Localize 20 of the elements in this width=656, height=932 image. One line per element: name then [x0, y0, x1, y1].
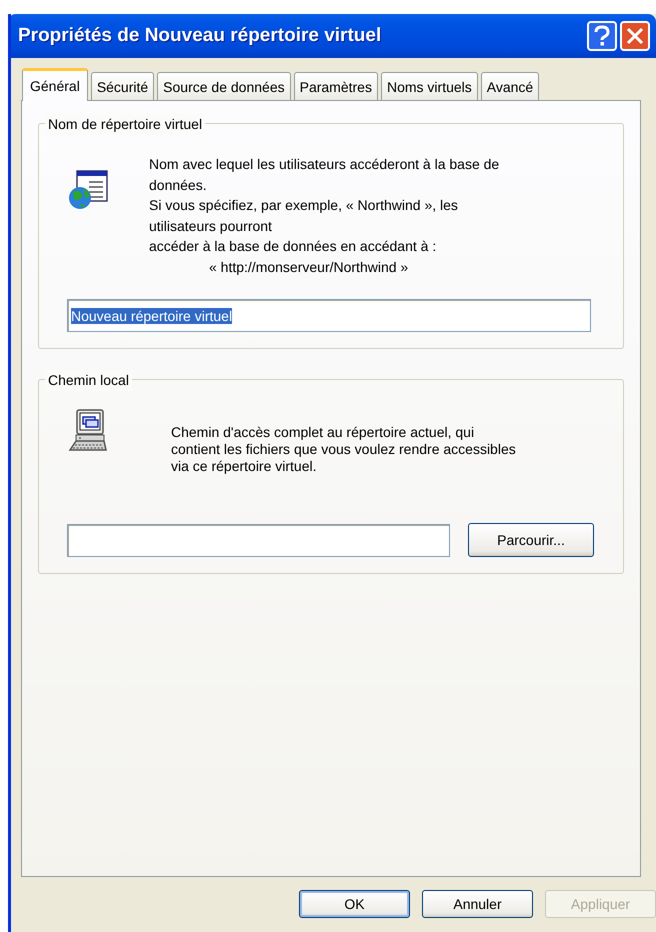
browse-button[interactable]: Parcourir...: [468, 523, 594, 557]
tab[interactable]: Noms virtuels: [380, 72, 478, 100]
help-button[interactable]: [587, 21, 617, 51]
tab[interactable]: Général: [22, 68, 88, 101]
dialog-button[interactable]: OK: [299, 890, 410, 918]
close-icon: [626, 27, 644, 45]
group-title: Nom de répertoire virtuel: [45, 114, 206, 135]
tab[interactable]: Paramètres: [294, 72, 378, 100]
description-text: Chemin d'accès complet au répertoire actuel, qui contient les fichiers que vous voulez rendre accessibles via ce répertoire virtuel.: [171, 424, 517, 475]
close-button[interactable]: [620, 21, 650, 51]
input-field[interactable]: Nouveau répertoire virtuel: [67, 299, 591, 332]
dialog-button[interactable]: Annuler: [422, 890, 533, 918]
description-text: Nom avec lequel les utilisateurs accéderont à la base de données. Si vous spécifiez, par exemple, « Northwind », les utilisateurs pourront accéder à la base de données en accédant à : « http://monserveur/Northwind »: [149, 155, 500, 277]
web-page-globe-icon: [67, 168, 111, 212]
window-title: Propriétés de Nouveau répertoire virtuel: [18, 24, 382, 48]
tab[interactable]: Source de données: [157, 72, 291, 100]
help-icon: [593, 25, 611, 47]
tab[interactable]: Avancé: [480, 72, 540, 100]
tab[interactable]: Sécurité: [90, 72, 154, 100]
input-field[interactable]: [67, 524, 450, 556]
